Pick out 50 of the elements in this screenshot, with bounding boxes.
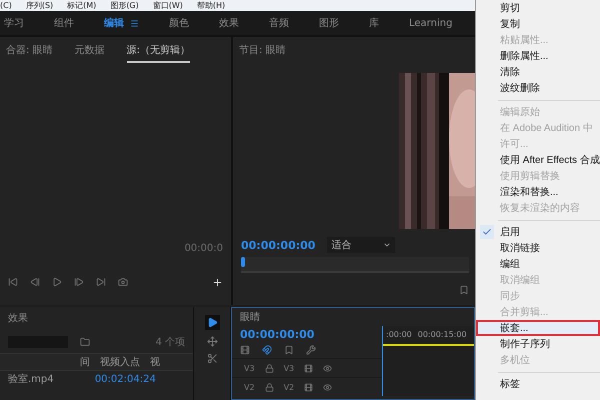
menu-item[interactable]: 取消链接 [476, 240, 600, 256]
menu-item[interactable]: 标记(M) [67, 2, 96, 10]
time-label: 00:00:15:00 [418, 330, 467, 338]
workspace-tab[interactable]: 编辑 [104, 16, 139, 30]
menu-item[interactable]: 使用 After Effects 合成 [476, 152, 600, 168]
menu-item[interactable]: (C) [0, 2, 12, 10]
menu-item[interactable]: 删除属性... [476, 48, 600, 64]
track-label: V3 [244, 364, 255, 372]
workspace-tab[interactable]: 音频 [269, 16, 289, 30]
workspace-tab[interactable]: 学习 [4, 16, 24, 30]
track-target[interactable]: V2 [284, 382, 294, 392]
timecode: 00:00:0 [184, 242, 223, 254]
menu-item[interactable]: 序列(S) [26, 2, 54, 10]
workspace-tab[interactable]: 颜色 [169, 16, 189, 30]
workspace-tab[interactable]: 效果 [219, 16, 239, 30]
menu-item[interactable]: 图形(G) [110, 2, 139, 10]
sequence-title[interactable]: 眼睛 [240, 310, 260, 324]
panel-tab[interactable]: 源:（无剪辑） [126, 39, 190, 63]
fit-dropdown[interactable]: 适合 [327, 237, 396, 253]
menu-item[interactable]: 嵌套... [476, 320, 600, 336]
panel-tab[interactable]: 元数据 [74, 39, 105, 63]
workspace-tab[interactable]: 组件 [54, 16, 74, 30]
menu-item[interactable]: 制作子序列 [476, 336, 600, 352]
workspace-tab[interactable]: 图形 [319, 16, 339, 30]
menu-item[interactable]: 启用 [476, 224, 600, 240]
menu-item[interactable]: 清除 [476, 64, 600, 80]
panel-tab[interactable]: 效果 [8, 307, 28, 331]
menu-item[interactable]: 剪切 [476, 0, 600, 16]
item-count: 4 个项 [155, 336, 185, 349]
menu-item[interactable]: 波纹删除 [476, 80, 600, 96]
menu-item[interactable]: 标签 [476, 376, 600, 392]
track-label: V2 [244, 382, 255, 392]
workspace-tab[interactable]: 库 [369, 16, 379, 30]
menu-item[interactable]: 帮助(H) [196, 2, 226, 10]
timecode: 00:00:00:00 [241, 238, 316, 252]
track-target[interactable]: V3 [284, 364, 294, 372]
workspace-tab[interactable]: Learning [409, 18, 452, 28]
in-point: 00:02:04:24 [94, 374, 156, 384]
column-header[interactable]: 视 [150, 355, 160, 369]
panel-title: 节目: 眼睛 [239, 44, 286, 58]
menu-item[interactable]: 复制 [476, 16, 600, 32]
menu-item[interactable]: 渲染和替换... [476, 184, 600, 200]
menu-item[interactable]: 编组 [476, 256, 600, 272]
column-header[interactable]: 视频入点 [100, 355, 140, 369]
time-label: :00:00 [386, 330, 412, 338]
timecode: 00:00:00:00 [240, 328, 314, 340]
menu-item[interactable]: 窗口(W) [152, 2, 183, 10]
column-header[interactable]: 间 [80, 355, 90, 369]
panel-tab[interactable]: 合器: 眼睛 [6, 39, 53, 63]
file-name: 验室.mp4 [8, 372, 54, 386]
